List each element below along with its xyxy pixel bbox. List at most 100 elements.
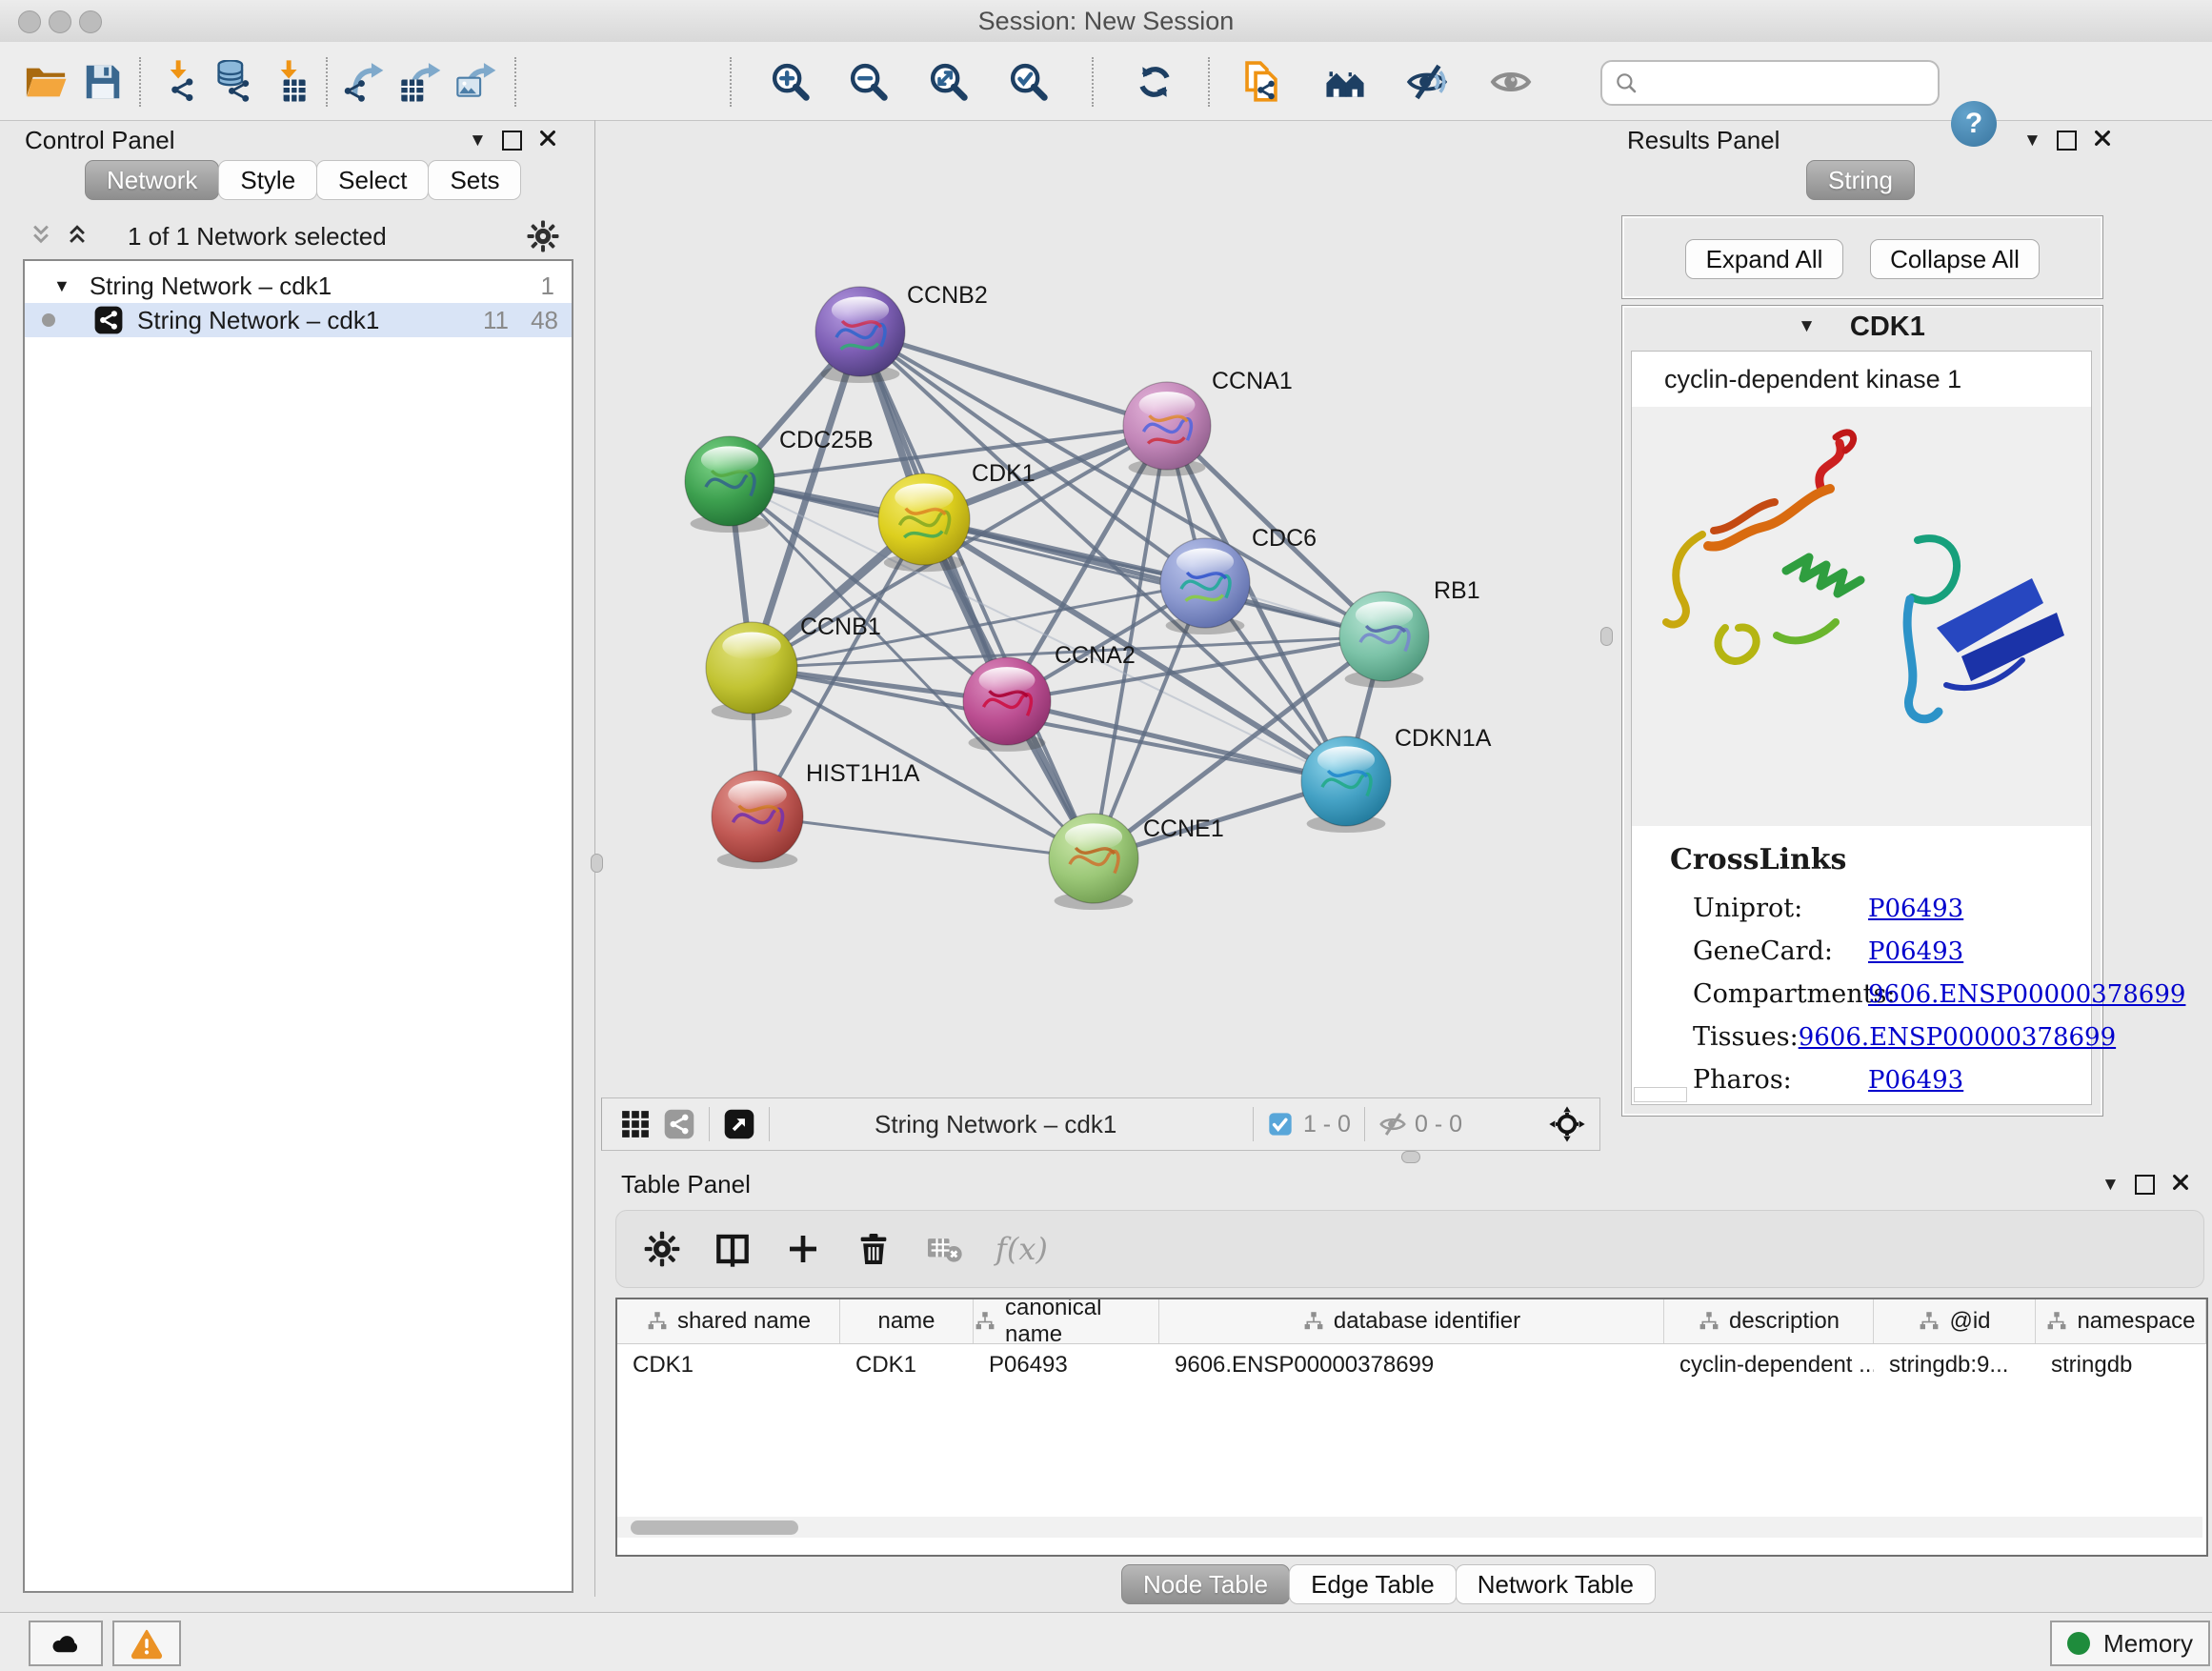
zoom-out-button[interactable] (846, 59, 892, 105)
tab-network-table[interactable]: Network Table (1456, 1564, 1656, 1604)
network-node-HIST1H1A[interactable] (712, 771, 803, 869)
memory-button[interactable]: Memory (2050, 1621, 2210, 1666)
collection-count: 1 (541, 272, 554, 301)
tab-edge-table[interactable]: Edge Table (1289, 1564, 1457, 1604)
first-neighbors-button[interactable] (1322, 59, 1368, 105)
network-view-share-icon[interactable] (663, 1108, 695, 1140)
table-header-row: shared namenamecanonical namedatabase id… (617, 1299, 2206, 1344)
help-button[interactable]: ? (1951, 101, 1997, 147)
tab-network[interactable]: Network (85, 160, 219, 200)
toolbar-separator (514, 57, 516, 107)
crosslink-link[interactable]: P06493 (1868, 937, 1963, 966)
network-node-CDC25B[interactable] (685, 436, 774, 533)
tab-sets[interactable]: Sets (428, 160, 521, 200)
tree-expander-icon[interactable]: ▼ (53, 276, 70, 296)
hide-selected-button[interactable] (1404, 59, 1450, 105)
network-collection-row[interactable]: ▼ String Network – cdk1 1 (25, 269, 572, 303)
toolbar-separator (1253, 1107, 1254, 1141)
collapse-panel-icon[interactable]: ▼ (469, 131, 487, 151)
cloud-button[interactable] (29, 1621, 103, 1666)
network-options-gear-icon[interactable] (526, 219, 560, 253)
column-header-shared-name[interactable]: shared name (617, 1299, 840, 1343)
import-network-database-button[interactable] (210, 59, 255, 105)
network-canvas[interactable]: CCNB2CCNA1CDC25BCDK1CDC6RB1CCNB1CCNA2CDK… (601, 120, 1599, 1097)
zoom-fit-icon (927, 60, 971, 104)
network-node-CDK1[interactable] (878, 473, 970, 572)
crosslink-link[interactable]: 9606.ENSP00000378699 (1868, 980, 2185, 1009)
tree-icon (646, 1310, 669, 1333)
network-row-selected[interactable]: String Network – cdk1 11 48 (25, 303, 572, 337)
collapse-all-networks-icon[interactable] (63, 221, 91, 254)
tab-node-table[interactable]: Node Table (1121, 1564, 1290, 1604)
network-node-CCNB1[interactable] (706, 622, 797, 720)
zoom-in-button[interactable] (768, 59, 814, 105)
collapse-all-button[interactable]: Collapse All (1870, 239, 2040, 279)
column-header-description[interactable]: description (1664, 1299, 1874, 1343)
close-panel-icon[interactable] (2092, 128, 2113, 153)
collapse-panel-icon[interactable]: ▼ (2023, 131, 2041, 151)
network-edge[interactable] (860, 332, 1167, 426)
delete-column-icon[interactable] (855, 1230, 893, 1268)
export-image-button[interactable] (453, 59, 499, 105)
table-options-gear-icon[interactable] (643, 1230, 681, 1268)
table-row[interactable]: CDK1CDK1P064939606.ENSP00000378699cyclin… (617, 1344, 2206, 1386)
network-node-CDKN1A[interactable] (1301, 736, 1391, 833)
collapse-panel-icon[interactable]: ▼ (2101, 1175, 2120, 1196)
zoom-in-icon (769, 60, 813, 104)
crosslink-link[interactable]: 9606.ENSP00000378699 (1799, 1023, 2116, 1052)
grid-view-icon[interactable] (619, 1108, 652, 1140)
column-header-canonical-name[interactable]: canonical name (974, 1299, 1159, 1343)
save-session-button[interactable] (80, 59, 126, 105)
export-table-button[interactable] (398, 59, 444, 105)
selected-checkbox-icon[interactable] (1267, 1111, 1294, 1137)
gene-description: cyclin-dependent kinase 1 (1664, 365, 1961, 394)
table-cell: stringdb:9... (1874, 1352, 2036, 1379)
column-header-name[interactable]: name (840, 1299, 974, 1343)
memory-label: Memory (2103, 1629, 2193, 1659)
warnings-button[interactable] (112, 1621, 181, 1666)
splitter-handle[interactable] (1401, 1151, 1420, 1163)
tab-select[interactable]: Select (316, 160, 429, 200)
show-columns-icon[interactable] (714, 1230, 752, 1268)
network-edge[interactable] (1007, 701, 1346, 781)
expand-all-networks-icon[interactable] (27, 221, 55, 254)
fit-crosshair-icon[interactable] (1548, 1105, 1586, 1143)
table-scrollbar-thumb[interactable] (631, 1520, 798, 1535)
show-all-button[interactable] (1488, 59, 1534, 105)
column-header--id[interactable]: @id (1874, 1299, 2036, 1343)
search-input[interactable] (1639, 65, 1938, 101)
toolbar-separator (709, 1107, 710, 1141)
import-network-button[interactable] (154, 59, 200, 105)
export-network-button[interactable] (341, 59, 387, 105)
add-column-icon[interactable] (784, 1230, 822, 1268)
results-scrollbar-stub[interactable] (1634, 1087, 1687, 1102)
tab-style[interactable]: Style (218, 160, 317, 200)
float-panel-icon[interactable] (2057, 131, 2077, 151)
import-table-button[interactable] (265, 59, 311, 105)
network-node-CCNE1[interactable] (1049, 814, 1138, 910)
open-session-button[interactable] (23, 59, 69, 105)
crosslink-link[interactable]: P06493 (1868, 1066, 1963, 1095)
network-node-RB1[interactable] (1339, 592, 1429, 688)
collapse-gene-icon[interactable]: ▼ (1798, 316, 1816, 337)
network-selected-status: 1 of 1 Network selected (128, 222, 387, 252)
expand-all-button[interactable]: Expand All (1685, 239, 1843, 279)
zoom-selected-button[interactable] (1006, 59, 1052, 105)
float-panel-icon[interactable] (2135, 1175, 2155, 1195)
network-edge[interactable] (757, 816, 1094, 858)
close-panel-icon[interactable] (2170, 1172, 2191, 1198)
gene-header[interactable]: ▼ CDK1 (1621, 305, 2101, 349)
birdseye-view-icon[interactable] (723, 1108, 755, 1140)
zoom-fit-button[interactable] (926, 59, 972, 105)
column-header-database-identifier[interactable]: database identifier (1159, 1299, 1664, 1343)
splitter-handle[interactable] (1600, 627, 1613, 646)
column-header-namespace[interactable]: namespace (2036, 1299, 2206, 1343)
tab-string[interactable]: String (1806, 160, 1915, 200)
float-panel-icon[interactable] (502, 131, 522, 151)
network-node-CCNA1[interactable] (1123, 382, 1211, 476)
crosslink-link[interactable]: P06493 (1868, 895, 1963, 923)
apply-layout-button[interactable] (1132, 59, 1177, 105)
gene-details: cyclin-dependent kinase 1 (1631, 351, 2092, 1105)
new-network-from-selection-button[interactable] (1238, 59, 1284, 105)
close-panel-icon[interactable] (537, 128, 558, 153)
